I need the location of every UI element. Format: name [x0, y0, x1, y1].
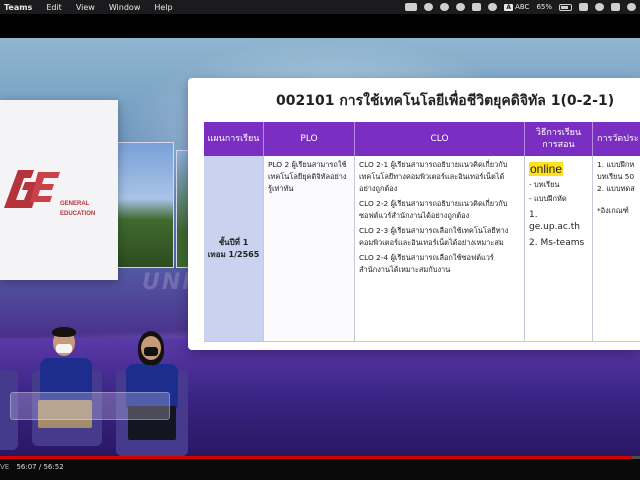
ge-logo-line2: EDUCATION [60, 211, 96, 217]
clo-item: CLO 2-4 ผู้เรียนสามารถเลือกใช้ซอฟต์แวร์ส… [359, 253, 494, 274]
slide-title: 002101 การใช้เทคโนโลยีเพื่อชีวิตยุคดิจิท… [276, 93, 615, 109]
method-link: 1. ge.up.ac.th [529, 210, 580, 232]
clo-item: CLO 2-3 ผู้เรียนสามารถเลือกใช้เทคโนโลยีท… [359, 226, 509, 247]
cell-plan: ชั้นปีที่ 1 เทอม 1/2565 [204, 156, 264, 342]
menu-bar: Teams Edit View Window Help A ABC 65% [0, 0, 640, 14]
header-plo: PLO [264, 122, 355, 156]
method-line: - บทเรียน [529, 180, 560, 189]
menu-window[interactable]: Window [109, 3, 141, 12]
bluetooth-icon[interactable] [472, 3, 482, 11]
assessment-line: บทเรียน 50 [597, 172, 635, 181]
screen-record-icon[interactable] [405, 3, 418, 11]
video-frame[interactable]: GENERAL EDUCATION UNIV 002101 การใช้เทคโ… [0, 38, 640, 456]
cell-clo: CLO 2-1 ผู้เรียนสามารถอธิบายแนวคิดเกี่ยว… [355, 156, 525, 342]
input-source[interactable]: A ABC [504, 3, 529, 11]
assessment-line: 2. แบบทดส [597, 184, 635, 193]
header-method: วิธีการเรียน การสอน [525, 122, 593, 156]
slide-board: 002101 การใช้เทคโนโลยีเพื่อชีวิตยุคดิจิท… [188, 78, 640, 350]
method-line: - แบบฝึกหัด [529, 194, 567, 203]
user-icon[interactable] [627, 3, 636, 11]
chat-icon[interactable] [424, 3, 434, 11]
ge-logo-text: GENERAL EDUCATION [60, 199, 95, 219]
online-highlight: online [529, 162, 564, 176]
seek-bar[interactable] [0, 456, 640, 459]
ge-logo-panel: GENERAL EDUCATION [0, 100, 118, 280]
presenter-male-mask [56, 344, 72, 353]
cell-assessment: 1. แบบฝึกห บทเรียน 50 2. แบบทดส *อิงเกณฑ… [593, 156, 640, 342]
play-icon[interactable] [456, 3, 466, 11]
presenter-male-hair [52, 327, 76, 337]
wifi-icon[interactable] [579, 3, 588, 11]
time-separator: / [38, 463, 42, 471]
menu-help[interactable]: Help [154, 3, 172, 12]
cell-plo: PLO 2 ผู้เรียนสามารถใช้เทคโนโลยียุคดิจิท… [264, 156, 355, 342]
duration: 56:52 [43, 463, 64, 471]
method-link: 2. Ms-teams [529, 238, 585, 248]
presenter-female-mask [144, 347, 158, 356]
player-controls: VE 56:07 / 56:52 [0, 456, 640, 480]
campus-photo-panel [112, 142, 174, 268]
menu-app-name[interactable]: Teams [4, 3, 32, 12]
battery-icon[interactable] [559, 3, 572, 11]
clo-item: CLO 2-2 ผู้เรียนสามารถอธิบายแนวคิดเกี่ยว… [359, 199, 508, 220]
current-time: 56:07 [16, 463, 37, 471]
input-source-label: ABC [515, 3, 530, 11]
input-source-a-icon: A [504, 3, 514, 11]
battery-percent: 65% [536, 3, 552, 11]
assessment-line [597, 195, 636, 205]
search-icon[interactable] [595, 3, 604, 11]
header-clo: CLO [355, 122, 525, 156]
menu-edit[interactable]: Edit [46, 3, 62, 12]
cloud-icon[interactable] [440, 3, 450, 11]
volume-icon[interactable] [488, 3, 498, 11]
ge-logo-line1: GENERAL [60, 201, 90, 207]
status-area: A ABC 65% [405, 0, 636, 14]
menu-view[interactable]: View [76, 3, 95, 12]
header-assessment: การวัดประ [593, 122, 640, 156]
course-table: แผนการเรียน PLO CLO วิธีการเรียน การสอน … [204, 122, 640, 344]
clo-item: CLO 2-1 ผู้เรียนสามารถอธิบายแนวคิดเกี่ยว… [359, 160, 508, 193]
video-top-band [0, 14, 640, 38]
control-center-icon[interactable] [611, 3, 620, 11]
assessment-line: *อิงเกณฑ์ [597, 206, 629, 215]
time-readout: VE 56:07 / 56:52 [0, 463, 64, 471]
header-plan: แผนการเรียน [204, 122, 264, 156]
ge-logo-mark [4, 170, 60, 208]
cell-method: online - บทเรียน - แบบฝึกหัด 1. ge.up.ac… [525, 156, 593, 342]
seek-bar-fill [0, 456, 632, 459]
live-label: VE [0, 463, 10, 471]
assessment-line: 1. แบบฝึกห [597, 160, 635, 169]
studio-table [10, 392, 170, 420]
